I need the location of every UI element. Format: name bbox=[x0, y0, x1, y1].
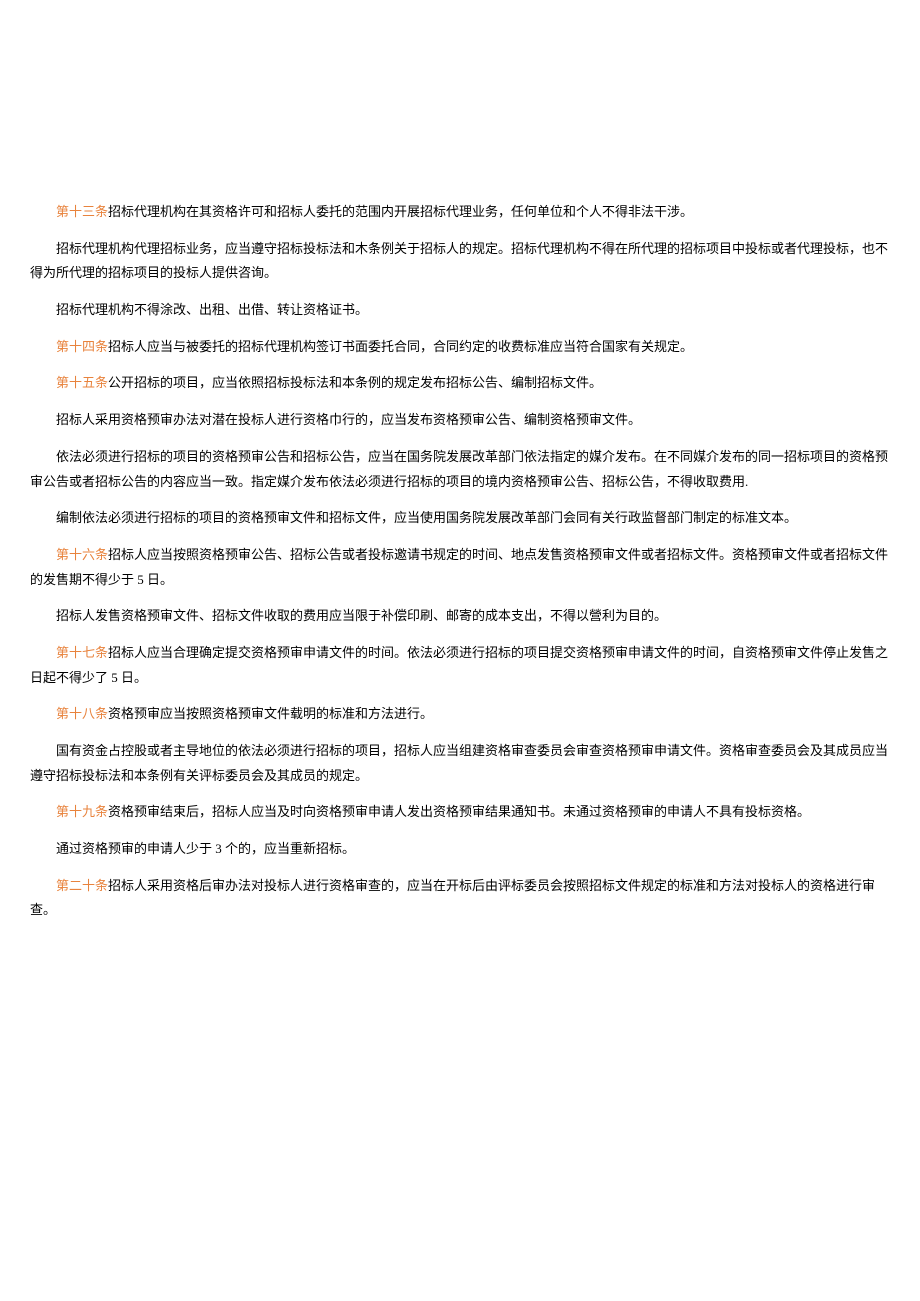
paragraph: 第十六条招标人应当按照资格预审公告、招标公告或者投标邀请书规定的时间、地点发售资… bbox=[30, 543, 890, 592]
article-label: 第十四条 bbox=[56, 339, 108, 354]
article-text: 国有资金占控股或者主导地位的依法必须进行招标的项目，招标人应当组建资格审查委员会… bbox=[30, 743, 888, 783]
article-text: 编制依法必须进行招标的项目的资格预审文件和招标文件，应当使用国务院发展改革部门会… bbox=[56, 510, 797, 525]
paragraph: 第十三条招标代理机构在其资格许可和招标人委托的范围内开展招标代理业务，任何单位和… bbox=[30, 200, 890, 225]
article-label: 第十七条 bbox=[56, 645, 108, 660]
article-text: 资格预审应当按照资格预审文件载明的标准和方法进行。 bbox=[108, 706, 433, 721]
paragraph: 第十九条资格预审结束后，招标人应当及时向资格预审申请人发出资格预审结果通知书。未… bbox=[30, 800, 890, 825]
article-label: 第十三条 bbox=[56, 204, 108, 219]
article-label: 第十八条 bbox=[56, 706, 108, 721]
article-label: 第十六条 bbox=[56, 547, 108, 562]
paragraph: 招标人发售资格预审文件、招标文件收取的费用应当限于补偿印刷、邮寄的成本支出，不得… bbox=[30, 604, 890, 629]
paragraph: 招标代理机构不得涂改、出租、出借、转让资格证书。 bbox=[30, 298, 890, 323]
article-text: 招标人应当合理确定提交资格预审申请文件的时间。依法必须进行招标的项目提交资格预审… bbox=[30, 645, 888, 685]
paragraph: 第十八条资格预审应当按照资格预审文件载明的标准和方法进行。 bbox=[30, 702, 890, 727]
article-text: 招标代理机构在其资格许可和招标人委托的范围内开展招标代理业务，任何单位和个人不得… bbox=[108, 204, 693, 219]
article-text: 依法必须进行招标的项目的资格预审公告和招标公告，应当在国务院发展改革部门依法指定… bbox=[30, 449, 888, 489]
paragraph: 第十五条公开招标的项目，应当依照招标投标法和本条例的规定发布招标公告、编制招标文… bbox=[30, 371, 890, 396]
article-label: 第二十条 bbox=[56, 878, 108, 893]
article-label: 第十九条 bbox=[56, 804, 108, 819]
paragraph: 依法必须进行招标的项目的资格预审公告和招标公告，应当在国务院发展改革部门依法指定… bbox=[30, 445, 890, 494]
article-text: 招标人采用资格后审办法对投标人进行资格审查的，应当在开标后由评标委员会按照招标文… bbox=[30, 878, 875, 918]
paragraph: 招标人采用资格预审办法对潜在投标人进行资格巾行的，应当发布资格预审公告、编制资格… bbox=[30, 408, 890, 433]
document-content: 第十三条招标代理机构在其资格许可和招标人委托的范围内开展招标代理业务，任何单位和… bbox=[30, 200, 890, 923]
article-text: 招标人采用资格预审办法对潜在投标人进行资格巾行的，应当发布资格预审公告、编制资格… bbox=[56, 412, 641, 427]
article-label: 第十五条 bbox=[56, 375, 108, 390]
article-text: 招标代理机构代理招标业务，应当遵守招标投标法和木条例关于招标人的规定。招标代理机… bbox=[30, 241, 888, 281]
article-text: 招标人发售资格预审文件、招标文件收取的费用应当限于补偿印刷、邮寄的成本支出，不得… bbox=[56, 608, 667, 623]
paragraph: 第十四条招标人应当与被委托的招标代理机构签订书面委托合同，合同约定的收费标准应当… bbox=[30, 335, 890, 360]
article-text: 招标人应当与被委托的招标代理机构签订书面委托合同，合同约定的收费标准应当符合国家… bbox=[108, 339, 693, 354]
article-text: 资格预审结束后，招标人应当及时向资格预审申请人发出资格预审结果通知书。未通过资格… bbox=[108, 804, 810, 819]
article-text: 公开招标的项目，应当依照招标投标法和本条例的规定发布招标公告、编制招标文件。 bbox=[108, 375, 602, 390]
paragraph: 第十七条招标人应当合理确定提交资格预审申请文件的时间。依法必须进行招标的项目提交… bbox=[30, 641, 890, 690]
article-text: 招标人应当按照资格预审公告、招标公告或者投标邀请书规定的时间、地点发售资格预审文… bbox=[30, 547, 888, 587]
paragraph: 通过资格预审的申请人少于 3 个的，应当重新招标。 bbox=[30, 837, 890, 862]
paragraph: 第二十条招标人采用资格后审办法对投标人进行资格审查的，应当在开标后由评标委员会按… bbox=[30, 874, 890, 923]
paragraph: 国有资金占控股或者主导地位的依法必须进行招标的项目，招标人应当组建资格审查委员会… bbox=[30, 739, 890, 788]
article-text: 通过资格预审的申请人少于 3 个的，应当重新招标。 bbox=[56, 841, 355, 856]
article-text: 招标代理机构不得涂改、出租、出借、转让资格证书。 bbox=[56, 302, 368, 317]
paragraph: 招标代理机构代理招标业务，应当遵守招标投标法和木条例关于招标人的规定。招标代理机… bbox=[30, 237, 890, 286]
paragraph: 编制依法必须进行招标的项目的资格预审文件和招标文件，应当使用国务院发展改革部门会… bbox=[30, 506, 890, 531]
